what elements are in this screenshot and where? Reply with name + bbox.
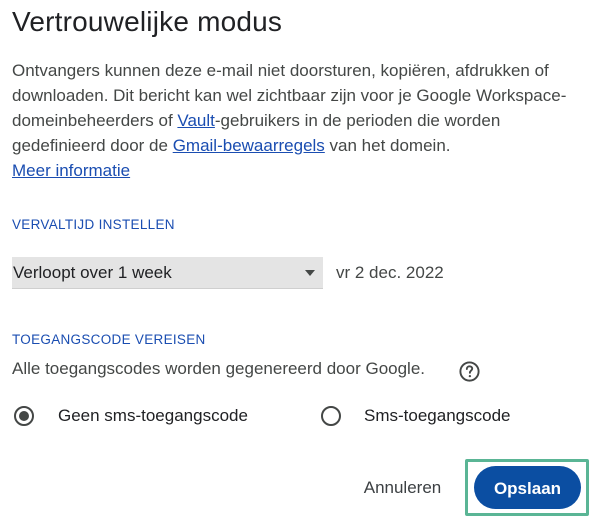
dropdown-arrow-icon [305, 270, 315, 276]
dialog-description: Ontvangers kunnen deze e-mail niet doors… [12, 58, 584, 158]
passcode-info-text: Alle toegangscodes worden gegenereerd do… [12, 359, 426, 378]
radio-checked-icon[interactable] [12, 404, 36, 428]
expiry-section-label: VERVALTIJD INSTELLEN [12, 217, 175, 232]
passcode-section-label: TOEGANGSCODE VEREISEN [12, 332, 206, 347]
vault-link[interactable]: Vault [177, 111, 215, 130]
radio-unchecked-icon[interactable] [319, 404, 343, 428]
expiry-date: vr 2 dec. 2022 [336, 263, 444, 282]
help-circle-icon[interactable] [458, 360, 481, 383]
radio-label-sms[interactable]: Sms-toegangscode [364, 406, 510, 426]
dialog-title: Vertrouwelijke modus [12, 6, 283, 37]
expiry-select[interactable]: Verloopt over 1 week [12, 257, 323, 289]
description-text-part3: van het domein. [324, 136, 451, 155]
save-button[interactable]: Opslaan [474, 466, 581, 509]
learn-more-link[interactable]: Meer informatie [12, 158, 130, 183]
confidential-mode-dialog: Vertrouwelijke modus Ontvangers kunnen d… [0, 0, 596, 524]
gmail-retention-rules-link[interactable]: Gmail-bewaarregels [173, 136, 325, 155]
expiry-select-value: Verloopt over 1 week [13, 263, 172, 282]
radio-label-no-sms[interactable]: Geen sms-toegangscode [58, 406, 248, 426]
cancel-button[interactable]: Annuleren [345, 467, 460, 507]
